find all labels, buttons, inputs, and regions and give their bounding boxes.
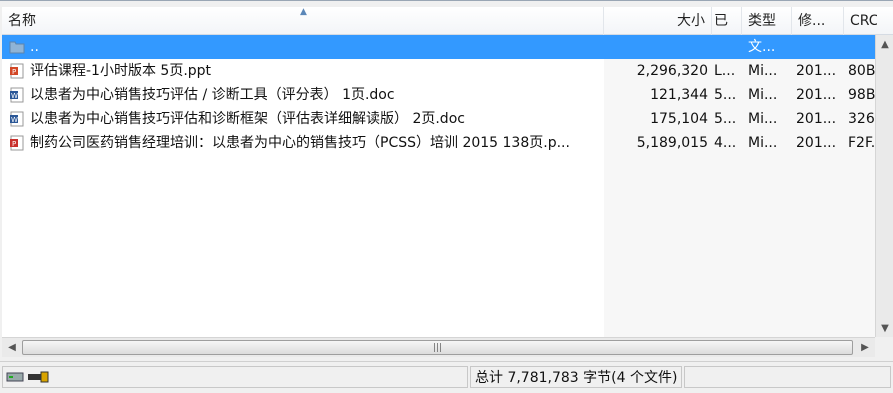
- horizontal-scrollbar[interactable]: ◀ ||| ▶: [2, 337, 875, 357]
- status-bar: 总计 7,781,783 字节(4 个文件): [0, 361, 893, 393]
- file-size: 121,344: [650, 87, 708, 103]
- scroll-right-icon[interactable]: ▶: [856, 338, 874, 356]
- file-row[interactable]: W 以患者为中心销售技巧评估和诊断框架（评估表详细解读版） 2页.doc 175…: [2, 107, 893, 131]
- column-crc[interactable]: CRC...: [844, 7, 877, 35]
- file-packed: L...: [714, 63, 736, 79]
- pdf-file-icon: P: [9, 135, 25, 151]
- file-type: Mi...: [748, 87, 778, 103]
- doc-file-icon: W: [9, 87, 25, 103]
- file-name: ..: [30, 39, 39, 55]
- file-modified: 201...: [796, 135, 837, 151]
- scroll-up-icon[interactable]: ▲: [876, 35, 893, 53]
- column-packed[interactable]: 已: [712, 7, 742, 35]
- svg-text:P: P: [12, 68, 16, 76]
- file-modified: 201...: [796, 111, 837, 127]
- sort-ascending-icon: ▲: [300, 7, 307, 17]
- scroll-down-icon[interactable]: ▼: [876, 319, 893, 337]
- column-header: 名称 ▲ 大小 已 类型 修... CRC...: [2, 7, 893, 35]
- file-row-parent[interactable]: .. 文...: [2, 35, 893, 59]
- file-name: 以患者为中心销售技巧评估 / 诊断工具（评分表） 1页.doc: [30, 87, 395, 103]
- column-name-label: 名称: [8, 13, 36, 29]
- file-modified: 201...: [796, 63, 837, 79]
- file-name: 制药公司医药销售经理培训：以患者为中心的销售技巧（PCSS）培训 2015 13…: [30, 135, 570, 151]
- key-icon: [27, 369, 49, 389]
- doc-file-icon: W: [9, 111, 25, 127]
- status-left-panel: [2, 366, 468, 388]
- file-packed: 4...: [714, 135, 736, 151]
- file-name: 评估课程-1小时版本 5页.ppt: [30, 63, 212, 79]
- column-modified[interactable]: 修...: [792, 7, 844, 35]
- archive-window: 名称 ▲ 大小 已 类型 修... CRC... .. 文... P 评估课程-…: [0, 0, 893, 393]
- column-size-label: 大小: [677, 13, 705, 29]
- column-type-label: 类型: [748, 13, 776, 29]
- ppt-file-icon: P: [9, 63, 25, 79]
- column-modified-label: 修...: [798, 13, 826, 29]
- svg-text:W: W: [11, 92, 18, 100]
- file-row[interactable]: P 制药公司医药销售经理培训：以患者为中心的销售技巧（PCSS）培训 2015 …: [2, 131, 893, 155]
- file-size: 2,296,320: [636, 63, 708, 79]
- file-size: 5,189,015: [636, 135, 708, 151]
- column-type[interactable]: 类型: [742, 7, 792, 35]
- column-packed-label: 已: [714, 13, 728, 29]
- file-packed: 5...: [714, 87, 736, 103]
- file-packed: 5...: [714, 111, 736, 127]
- file-list: .. 文... P 评估课程-1小时版本 5页.ppt 2,296,320 L.…: [2, 35, 893, 337]
- horizontal-scroll-thumb[interactable]: |||: [22, 340, 853, 355]
- file-row[interactable]: W 以患者为中心销售技巧评估 / 诊断工具（评分表） 1页.doc 121,34…: [2, 83, 893, 107]
- svg-text:P: P: [12, 140, 16, 148]
- drive-icon: [6, 369, 24, 389]
- folder-icon: [9, 39, 25, 55]
- file-type: Mi...: [748, 111, 778, 127]
- svg-text:W: W: [11, 116, 18, 124]
- file-type: 文...: [748, 39, 776, 55]
- file-type: Mi...: [748, 135, 778, 151]
- status-total-text: 总计 7,781,783 字节(4 个文件): [470, 366, 682, 388]
- status-right-panel: [684, 366, 891, 388]
- file-modified: 201...: [796, 87, 837, 103]
- file-size: 175,104: [650, 111, 708, 127]
- file-type: Mi...: [748, 63, 778, 79]
- column-crc-label: CRC...: [850, 13, 877, 29]
- scroll-left-icon[interactable]: ◀: [3, 338, 21, 356]
- scrollbar-corner: [875, 337, 893, 357]
- file-name: 以患者为中心销售技巧评估和诊断框架（评估表详细解读版） 2页.doc: [30, 111, 465, 127]
- vertical-scrollbar[interactable]: ▲ ▼: [875, 35, 893, 337]
- column-size[interactable]: 大小: [604, 7, 712, 35]
- file-row[interactable]: P 评估课程-1小时版本 5页.ppt 2,296,320 L... Mi...…: [2, 59, 893, 83]
